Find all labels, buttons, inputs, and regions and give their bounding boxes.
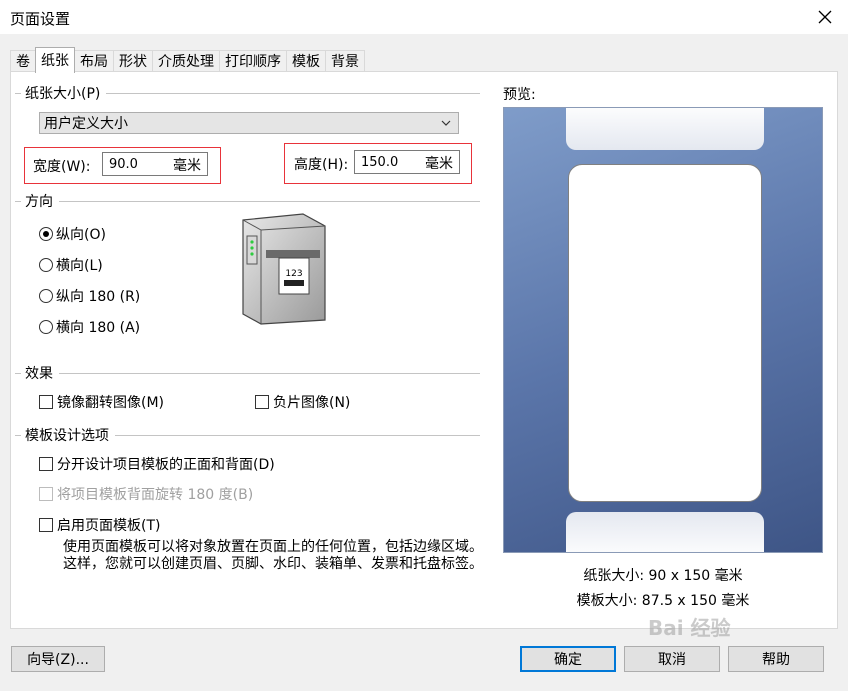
- checkbox-mirror[interactable]: 镜像翻转图像(M): [39, 392, 164, 412]
- radio-indicator[interactable]: [39, 227, 53, 241]
- printer-label-text: 123: [285, 269, 302, 279]
- preview-label: 预览:: [503, 87, 536, 103]
- radio-landscape-180[interactable]: 横向 180 (A): [39, 317, 140, 337]
- paper-tab-panel: 纸张大小(P) 用户定义大小 宽度(W): 90.0 毫米 高度(H): 150…: [10, 71, 838, 629]
- help-button[interactable]: 帮助: [728, 646, 824, 672]
- template-size-text: 模板大小: 87.5 x 150 毫米: [576, 593, 750, 609]
- checkbox-negative[interactable]: 负片图像(N): [255, 392, 350, 412]
- paper-size-label: 纸张大小(P): [25, 86, 101, 102]
- checkbox-negative-label: 负片图像(N): [273, 395, 351, 411]
- paper-size-selected: 用户定义大小: [44, 116, 128, 132]
- preview-area: [503, 107, 823, 553]
- width-unit: 毫米: [173, 158, 201, 174]
- label-liner-top: [566, 108, 764, 150]
- printer-icon: 123: [242, 213, 326, 325]
- width-label: 宽度(W):: [33, 159, 91, 175]
- checkbox-separate-label: 分开设计项目模板的正面和背面(D): [57, 457, 275, 473]
- checkbox-indicator: [39, 487, 53, 501]
- radio-landscape-180-label: 横向 180 (A): [56, 320, 141, 336]
- orientation-label: 方向: [25, 194, 53, 210]
- checkbox-enable-page-template[interactable]: 启用页面模板(T): [39, 515, 160, 535]
- close-icon: [818, 10, 832, 24]
- template-options-label: 模板设计选项: [25, 428, 109, 444]
- radio-landscape[interactable]: 横向(L): [39, 255, 103, 275]
- tab-layout[interactable]: 布局: [74, 50, 114, 73]
- checkbox-indicator[interactable]: [255, 395, 269, 409]
- checkbox-indicator[interactable]: [39, 395, 53, 409]
- tab-paper[interactable]: 纸张: [35, 47, 75, 73]
- tab-bar: 卷 纸张 布局 形状 介质处理 打印顺序 模板 背景: [10, 47, 365, 73]
- width-input[interactable]: 90.0 毫米: [102, 152, 208, 176]
- width-value: 90.0: [109, 156, 138, 172]
- paper-size-select[interactable]: 用户定义大小: [39, 112, 459, 134]
- page-template-description: 使用页面模板可以将对象放置在页面上的任何位置，包括边缘区域。这样，您就可以创建页…: [63, 539, 483, 572]
- radio-portrait[interactable]: 纵向(O): [39, 224, 106, 244]
- checkbox-rotate-back: 将项目模板背面旋转 180 度(B): [39, 484, 253, 504]
- paper-size-section: 纸张大小(P): [15, 83, 480, 103]
- height-value: 150.0: [361, 154, 399, 170]
- height-input[interactable]: 150.0 毫米: [354, 150, 460, 174]
- preview-size-info: 纸张大小: 90 x 150 毫米 模板大小: 87.5 x 150 毫米: [503, 564, 823, 614]
- paper-size-text: 纸张大小: 90 x 150 毫米: [583, 568, 743, 584]
- wizard-button[interactable]: 向导(Z)...: [11, 646, 105, 672]
- radio-landscape-label: 横向(L): [56, 258, 103, 274]
- template-options-section: 模板设计选项: [15, 425, 480, 445]
- checkbox-indicator[interactable]: [39, 518, 53, 532]
- height-label: 高度(H):: [294, 157, 349, 173]
- radio-indicator[interactable]: [39, 289, 53, 303]
- radio-portrait-label: 纵向(O): [56, 227, 106, 243]
- orientation-section: 方向: [15, 191, 480, 211]
- tab-background[interactable]: 背景: [325, 50, 365, 73]
- checkbox-separate-front-back[interactable]: 分开设计项目模板的正面和背面(D): [39, 454, 275, 474]
- ok-button[interactable]: 确定: [520, 646, 616, 672]
- radio-indicator[interactable]: [39, 258, 53, 272]
- tab-print-order[interactable]: 打印顺序: [219, 50, 287, 73]
- tab-template[interactable]: 模板: [286, 50, 326, 73]
- checkbox-enable-label: 启用页面模板(T): [57, 518, 161, 534]
- radio-portrait-180-label: 纵向 180 (R): [56, 289, 141, 305]
- height-unit: 毫米: [425, 156, 453, 172]
- checkbox-mirror-label: 镜像翻转图像(M): [57, 395, 165, 411]
- radio-indicator[interactable]: [39, 320, 53, 334]
- effects-section: 效果: [15, 363, 480, 383]
- close-button[interactable]: [802, 0, 848, 34]
- tab-roll[interactable]: 卷: [10, 50, 36, 73]
- chevron-down-icon: [441, 120, 451, 126]
- effects-label: 效果: [25, 366, 53, 382]
- window-title: 页面设置: [10, 10, 71, 28]
- checkbox-rotate-label: 将项目模板背面旋转 180 度(B): [57, 487, 254, 503]
- radio-portrait-180[interactable]: 纵向 180 (R): [39, 286, 140, 306]
- tab-shape[interactable]: 形状: [113, 50, 153, 73]
- title-bar: 页面设置: [0, 0, 848, 34]
- cancel-button[interactable]: 取消: [624, 646, 720, 672]
- label-liner-bottom: [566, 512, 764, 552]
- checkbox-indicator[interactable]: [39, 457, 53, 471]
- tab-media-handling[interactable]: 介质处理: [152, 50, 220, 73]
- preview-label-card: [568, 164, 762, 502]
